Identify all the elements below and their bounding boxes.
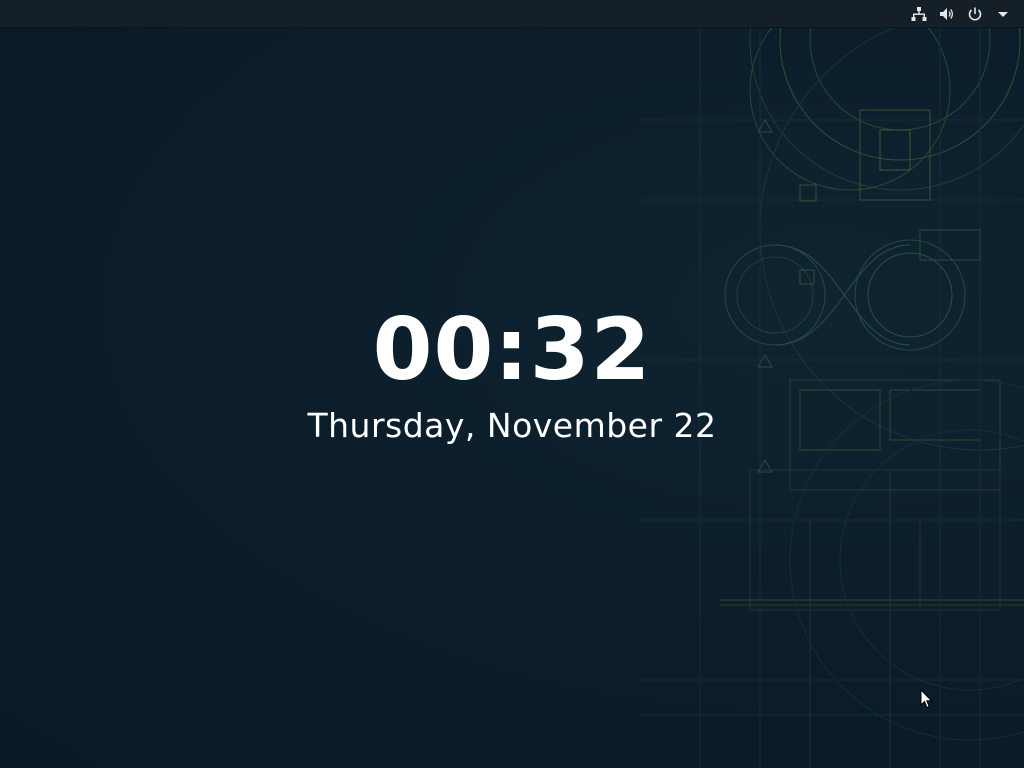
power-icon[interactable]	[966, 5, 984, 23]
lock-clock: 00:32 Thursday, November 22	[0, 300, 1024, 446]
clock-date: Thursday, November 22	[307, 406, 717, 445]
system-tray[interactable]	[910, 0, 1012, 27]
volume-icon[interactable]	[938, 5, 956, 23]
clock-time: 00:32	[372, 300, 652, 400]
mouse-cursor-icon	[920, 689, 933, 709]
menu-arrow-icon[interactable]	[994, 5, 1012, 23]
lock-screen: 00:32 Thursday, November 22	[0, 0, 1024, 768]
network-icon[interactable]	[910, 5, 928, 23]
top-bar	[0, 0, 1024, 28]
